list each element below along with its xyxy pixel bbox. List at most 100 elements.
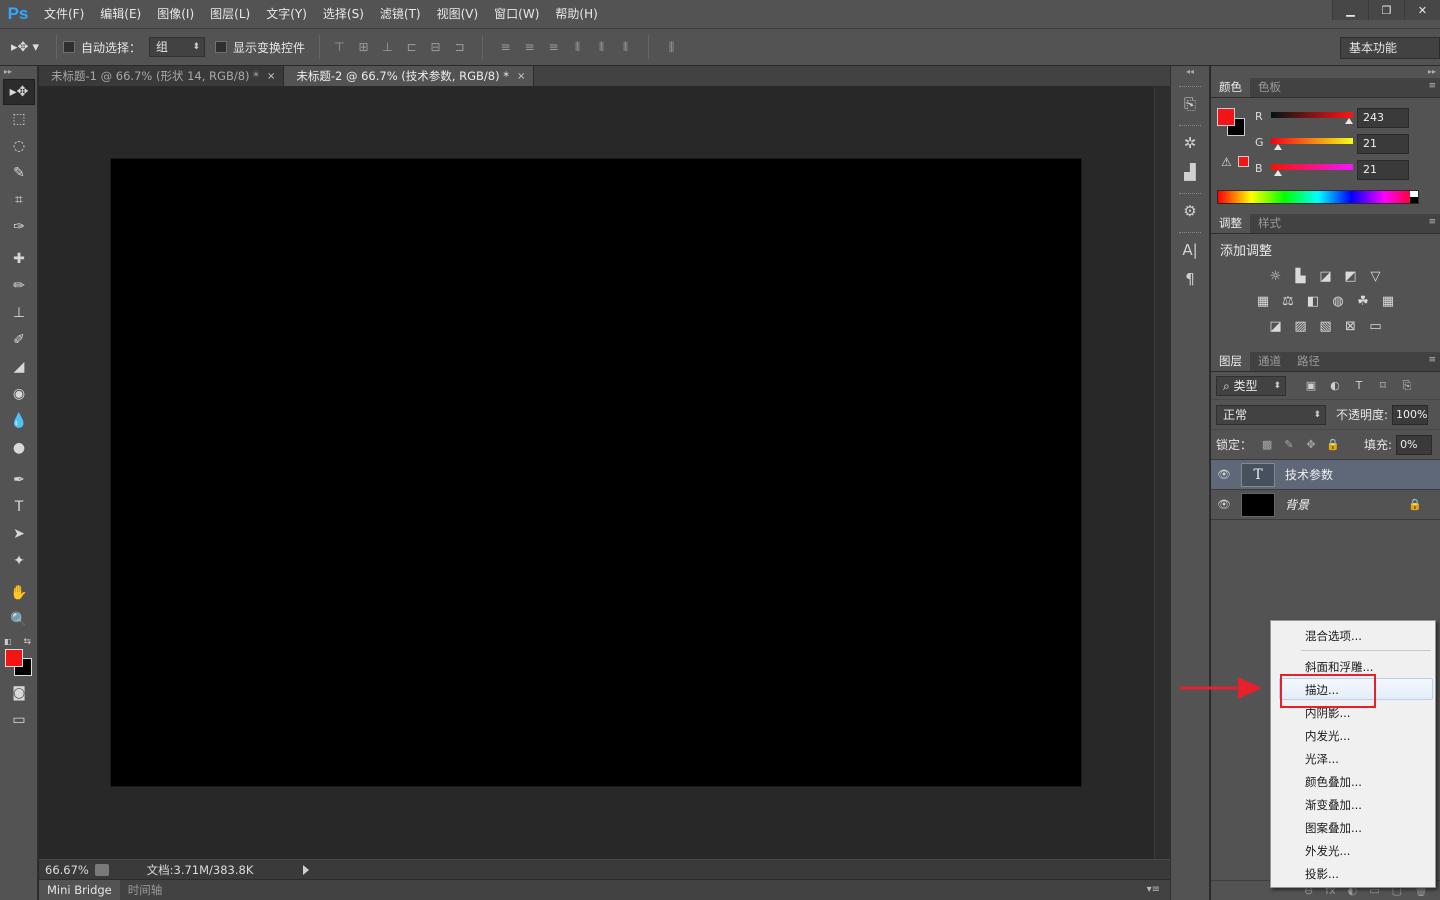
menu-item-outer-glow[interactable]: 外发光... <box>1305 843 1350 859</box>
layer-filter-dropdown[interactable]: ⌕ 类型 <box>1216 375 1286 396</box>
type-filter-icon[interactable]: T <box>1352 379 1366 393</box>
menu-item-inner-glow[interactable]: 内发光... <box>1305 728 1350 744</box>
blend-mode-dropdown[interactable]: 正常 <box>1216 404 1326 425</box>
levels-icon[interactable]: ▙ <box>1292 269 1309 284</box>
default-colors-icon[interactable]: ◧ <box>4 637 12 646</box>
menu-item-drop-shadow[interactable]: 投影... <box>1305 866 1339 882</box>
auto-select-checkbox[interactable]: 自动选择： <box>63 39 141 56</box>
restore-button[interactable]: ❐ <box>1368 0 1404 20</box>
paint-bucket-tool-icon[interactable]: ◉ <box>3 381 35 407</box>
clone-stamp-tool-icon[interactable]: ⊥ <box>3 300 35 326</box>
selective-color-icon[interactable]: ⊠ <box>1342 319 1359 334</box>
blur-tool-icon[interactable]: 💧 <box>3 408 35 434</box>
menu-help[interactable]: 帮助(H) <box>547 0 605 28</box>
swap-colors-icon[interactable]: ⇆ <box>23 637 31 647</box>
checkbox-box[interactable] <box>63 41 75 53</box>
green-slider-track[interactable] <box>1271 138 1353 144</box>
menu-item-gradient-overlay[interactable]: 渐变叠加... <box>1305 797 1362 813</box>
tab-channels[interactable]: 通道 <box>1250 352 1289 371</box>
tab-color[interactable]: 颜色 <box>1211 78 1250 97</box>
histogram-icon[interactable]: ▟ <box>1176 159 1204 185</box>
lock-pixels-icon[interactable]: ✎ <box>1282 438 1296 452</box>
vertical-scrollbar[interactable] <box>1154 87 1170 859</box>
opacity-field[interactable]: 100% <box>1392 404 1429 425</box>
menu-item-bevel-emboss[interactable]: 斜面和浮雕... <box>1305 659 1373 675</box>
smart-object-filter-icon[interactable]: ⎘ <box>1400 379 1414 393</box>
slider-thumb[interactable] <box>1273 144 1282 150</box>
zoom-level[interactable]: 66.67% <box>39 863 89 877</box>
photo-filter-icon[interactable]: ◍ <box>1330 294 1347 309</box>
menu-item-blending-options[interactable]: 混合选项... <box>1305 628 1362 644</box>
tab-swatches[interactable]: 色板 <box>1250 78 1289 97</box>
pen-tool-icon[interactable]: ✒ <box>3 467 35 493</box>
show-transform-checkbox[interactable]: 显示变换控件 <box>215 39 305 56</box>
threshold-icon[interactable]: ▧ <box>1317 319 1334 334</box>
collapse-icon[interactable]: ▸▸ <box>1211 66 1440 78</box>
tab-timeline[interactable]: 时间轴 <box>120 880 171 900</box>
red-slider-track[interactable] <box>1271 112 1353 118</box>
curves-icon[interactable]: ◪ <box>1317 269 1334 284</box>
brush-tool-icon[interactable]: ✏ <box>3 273 35 299</box>
character-panel-icon[interactable]: A| <box>1176 237 1204 263</box>
foreground-color-swatch[interactable] <box>1217 108 1235 126</box>
status-menu-arrow-icon[interactable] <box>303 864 309 875</box>
posterize-icon[interactable]: ▨ <box>1292 319 1309 334</box>
align-vcenter-icon[interactable]: ⊞ <box>356 40 371 55</box>
align-left-icon[interactable]: ⊏ <box>404 40 419 55</box>
red-value-field[interactable]: 243 <box>1357 108 1409 128</box>
color-lookup-icon[interactable]: ▦ <box>1380 294 1397 309</box>
panel-menu-icon[interactable]: ▾≡ <box>1147 884 1160 895</box>
lock-transparent-icon[interactable]: ▩ <box>1260 438 1274 452</box>
tab-adjustments[interactable]: 调整 <box>1211 214 1250 233</box>
menu-image[interactable]: 图像(I) <box>149 0 202 28</box>
minimize-button[interactable]: ▁ <box>1332 0 1368 20</box>
align-hcenter-icon[interactable]: ⊟ <box>428 40 443 55</box>
close-tab-icon[interactable]: × <box>267 71 275 82</box>
distribute-left-icon[interactable]: ⫴ <box>570 40 585 55</box>
tab-paths[interactable]: 路径 <box>1289 352 1328 371</box>
properties-icon[interactable]: ⚙ <box>1176 198 1204 224</box>
vibrance-icon[interactable]: ▽ <box>1367 269 1384 284</box>
color-balance-icon[interactable]: ⚖ <box>1280 294 1297 309</box>
visibility-eye-icon[interactable]: 👁 <box>1211 498 1237 511</box>
distribute-hcenter-icon[interactable]: ⫴ <box>594 40 609 55</box>
history-panel-icon[interactable]: ⎘ <box>1176 91 1204 117</box>
crop-tool-icon[interactable]: ⌗ <box>3 187 35 213</box>
auto-select-dropdown[interactable]: 组 <box>149 37 206 57</box>
distribute-top-icon[interactable]: ≡ <box>498 40 513 55</box>
black-white-ramp[interactable] <box>1410 191 1418 203</box>
gradient-map-icon[interactable]: ▭ <box>1367 319 1384 334</box>
eraser-tool-icon[interactable]: ◢ <box>3 354 35 380</box>
lock-position-icon[interactable]: ✥ <box>1304 438 1318 452</box>
brush-settings-icon[interactable]: ✲ <box>1176 130 1204 156</box>
shape-tool-icon[interactable]: ✦ <box>3 548 35 574</box>
brightness-contrast-icon[interactable]: ☼ <box>1267 269 1284 284</box>
path-select-tool-icon[interactable]: ➤ <box>3 521 35 547</box>
checkbox-box[interactable] <box>215 41 228 53</box>
menu-item-color-overlay[interactable]: 颜色叠加... <box>1305 774 1362 790</box>
layer-row-text[interactable]: 👁 T 技术参数 <box>1211 460 1440 490</box>
close-tab-icon[interactable]: × <box>517 71 525 82</box>
slider-thumb[interactable] <box>1345 118 1354 124</box>
layer-row-background[interactable]: 👁 背景 🔒 <box>1211 490 1440 520</box>
canvas-area[interactable] <box>39 87 1154 859</box>
zoom-tool-icon[interactable]: 🔍 <box>3 607 35 633</box>
move-tool-preset-icon[interactable]: ▸✥ ▾ <box>0 40 50 55</box>
fill-field[interactable]: 0% <box>1396 434 1433 455</box>
distribute-vcenter-icon[interactable]: ≡ <box>522 40 537 55</box>
exposure-icon[interactable]: ◩ <box>1342 269 1359 284</box>
panel-menu-icon[interactable]: ≡ <box>1428 81 1436 91</box>
hue-saturation-icon[interactable]: ▦ <box>1255 294 1272 309</box>
green-value-field[interactable]: 21 <box>1357 134 1409 154</box>
paragraph-panel-icon[interactable]: ¶ <box>1176 266 1204 292</box>
menu-window[interactable]: 窗口(W) <box>486 0 547 28</box>
hand-tool-icon[interactable]: ✋ <box>3 580 35 606</box>
collapse-icon[interactable]: ▸▸ <box>0 66 37 78</box>
lasso-tool-icon[interactable]: ◌ <box>3 133 35 159</box>
quick-mask-icon[interactable]: ◙ <box>3 680 35 706</box>
lock-all-icon[interactable]: 🔒 <box>1326 438 1340 452</box>
menu-file[interactable]: 文件(F) <box>36 0 92 28</box>
menu-select[interactable]: 选择(S) <box>315 0 372 28</box>
document-canvas[interactable] <box>111 159 1081 786</box>
dodge-tool-icon[interactable]: ● <box>3 435 35 461</box>
